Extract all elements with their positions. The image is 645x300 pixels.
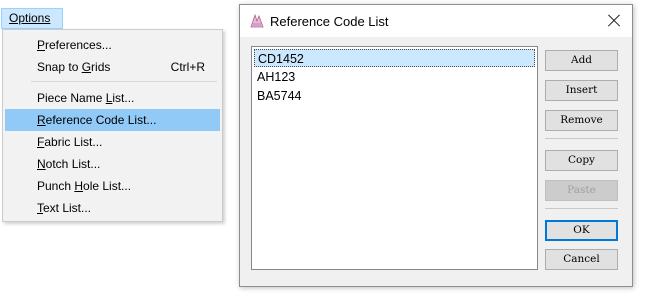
menu-item-reference-code-list[interactable]: Reference Code List... — [5, 109, 220, 131]
remove-button[interactable]: Remove — [545, 110, 618, 131]
ok-button[interactable]: OK — [545, 220, 618, 241]
menu-item-preferences[interactable]: Preferences... — [5, 34, 220, 56]
cancel-button[interactable]: Cancel — [545, 249, 618, 270]
dialog-title: Reference Code List — [270, 14, 389, 29]
copy-button[interactable]: Copy — [545, 150, 618, 171]
menu-item-fabric-list[interactable]: Fabric List... — [5, 131, 220, 153]
menu-item-text-list-label: Text List... — [37, 201, 92, 215]
list-item[interactable]: AH123 — [254, 68, 535, 86]
button-separator — [545, 138, 618, 139]
menu-item-reference-code-list-label: Reference Code List... — [37, 113, 157, 127]
menu-item-punch-hole-list[interactable]: Punch Hole List... — [5, 175, 220, 197]
app-icon — [249, 13, 265, 29]
reference-code-listbox[interactable]: CD1452 AH123 BA5744 — [251, 46, 538, 270]
paste-button[interactable]: Paste — [545, 180, 618, 201]
menu-item-notch-list[interactable]: Notch List... — [5, 153, 220, 175]
menu-item-snap-to-grids-shortcut: Ctrl+R — [170, 60, 205, 74]
reference-code-list-dialog: Reference Code List CD1452 AH123 BA5744 … — [239, 4, 633, 287]
menu-item-piece-name-list[interactable]: Piece Name List... — [5, 87, 220, 109]
menu-item-fabric-list-label: Fabric List... — [37, 135, 103, 149]
menu-item-notch-list-label: Notch List... — [37, 157, 101, 171]
menubar-options-label: Options — [9, 11, 51, 25]
close-icon[interactable] — [602, 9, 626, 33]
menu-item-snap-to-grids[interactable]: Snap to Grids Ctrl+R — [5, 56, 220, 78]
add-button[interactable]: Add — [545, 50, 618, 71]
menu-item-text-list[interactable]: Text List... — [5, 197, 220, 219]
list-item[interactable]: CD1452 — [254, 49, 535, 67]
menubar-options[interactable]: Options — [1, 8, 63, 29]
menu-separator — [31, 81, 217, 82]
menu-item-preferences-label: Preferences... — [37, 38, 112, 52]
menu-item-punch-hole-list-label: Punch Hole List... — [37, 179, 132, 193]
options-menu: Preferences... Snap to Grids Ctrl+R Piec… — [2, 29, 223, 222]
menu-item-piece-name-list-label: Piece Name List... — [37, 91, 135, 105]
menu-item-snap-to-grids-label: Snap to Grids — [37, 60, 111, 74]
dialog-title-bar[interactable]: Reference Code List — [240, 5, 632, 37]
list-item[interactable]: BA5744 — [254, 87, 535, 105]
insert-button[interactable]: Insert — [545, 80, 618, 101]
button-separator — [545, 208, 618, 209]
